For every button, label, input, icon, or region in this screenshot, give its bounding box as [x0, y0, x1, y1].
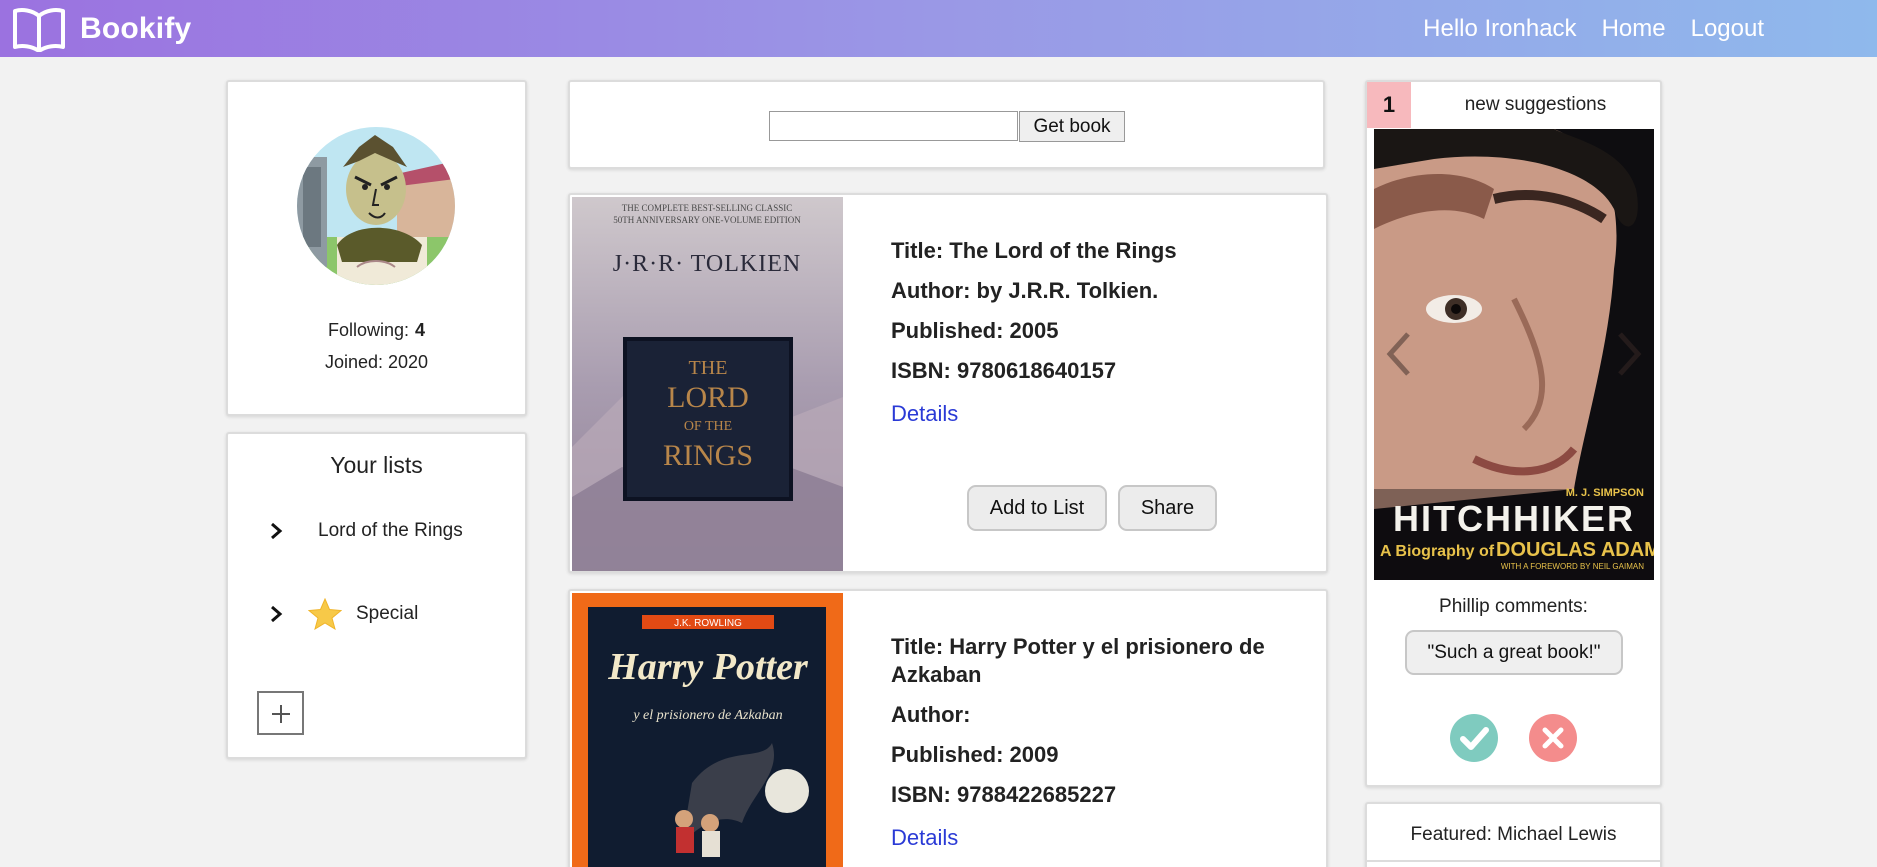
- cover-title: Harry Potter: [607, 646, 809, 688]
- suggestion-count-badge: 1: [1367, 82, 1411, 128]
- book-card-harry-potter: J.K. ROWLING Harry Potter y el prisioner…: [568, 589, 1328, 867]
- lists-title: Your lists: [330, 452, 423, 478]
- add-list-button[interactable]: [257, 691, 304, 735]
- following-stat: Following: 4: [327, 320, 426, 340]
- nav-home-link[interactable]: Home: [1602, 15, 1666, 43]
- cover-top-text: THE COMPLETE BEST-SELLING CLASSIC: [622, 203, 792, 213]
- following-count: 4: [415, 320, 426, 340]
- book-info: Title: The Lord of the Rings Author: by …: [891, 237, 1291, 427]
- reject-suggestion-button[interactable]: [1529, 714, 1577, 762]
- carousel-next-icon[interactable]: [1614, 329, 1644, 379]
- nav-logout-link[interactable]: Logout: [1691, 15, 1764, 43]
- list-item-lord-of-the-rings[interactable]: Lord of the Rings: [268, 520, 463, 542]
- chevron-right-icon: [271, 522, 283, 540]
- cover-subtitle-name: DOUGLAS ADAMS: [1496, 539, 1654, 561]
- book-cover-lord-of-the-rings: THE COMPLETE BEST-SELLING CLASSIC 50TH A…: [572, 197, 843, 571]
- book-card-lord-of-the-rings: THE COMPLETE BEST-SELLING CLASSIC 50TH A…: [568, 193, 1328, 573]
- comment-bubble: "Such a great book!": [1405, 630, 1623, 675]
- book-cover-harry-potter: J.K. ROWLING Harry Potter y el prisioner…: [572, 593, 843, 867]
- avatar: [297, 127, 455, 285]
- cover-author: J.K. ROWLING: [674, 618, 742, 629]
- your-lists-card: Your lists Lord of the Rings Special: [226, 432, 527, 759]
- cover-subtitle-prefix: A Biography of: [1380, 543, 1495, 560]
- search-card: Get book: [568, 80, 1325, 169]
- book-published: Published: 2005: [891, 318, 1059, 343]
- cover-title-line: OF THE: [684, 419, 732, 434]
- profile-stats: Following: 4 Joined: 2020: [228, 314, 525, 378]
- cover-title-line: RINGS: [663, 439, 753, 472]
- cover-sub-text: 50TH ANNIVERSARY ONE-VOLUME EDITION: [613, 215, 801, 225]
- open-book-icon: [13, 7, 65, 52]
- comment-label: Phillip comments:: [1439, 596, 1588, 617]
- featured-divider: [1367, 860, 1660, 862]
- list-item-label: Lord of the Rings: [318, 520, 463, 541]
- book-isbn: ISBN: 9780618640157: [891, 358, 1117, 383]
- details-link[interactable]: Details: [891, 825, 1291, 851]
- list-item-label: Special: [356, 603, 419, 624]
- brand-name: Bookify: [80, 11, 192, 45]
- book-title: Title: Harry Potter y el prisionero de A…: [891, 634, 1265, 687]
- x-icon: [1542, 727, 1564, 749]
- add-to-list-button[interactable]: Add to List: [967, 485, 1107, 531]
- suggestions-header: 1 new suggestions: [1367, 82, 1660, 128]
- joined-stat: Joined: 2020: [324, 352, 429, 372]
- suggestions-card: 1 new suggestions M. J. SIMPSON HITCHHIK…: [1365, 80, 1662, 787]
- details-link[interactable]: Details: [891, 401, 1291, 427]
- get-book-button[interactable]: Get book: [1019, 111, 1125, 142]
- nav-links: Hello Ironhack Home Logout: [1423, 0, 1764, 57]
- book-info: Title: Harry Potter y el prisionero de A…: [891, 633, 1291, 851]
- chevron-right-icon: [271, 605, 283, 623]
- cover-author: J·R·R· TOLKIEN: [613, 251, 801, 277]
- star-icon: [308, 598, 342, 630]
- book-isbn: ISBN: 9788422685227: [891, 782, 1117, 807]
- carousel-prev-icon[interactable]: [1384, 329, 1414, 379]
- book-author: Author: by J.R.R. Tolkien.: [891, 278, 1159, 303]
- featured-card: Featured: Michael Lewis: [1365, 802, 1662, 867]
- profile-card: Following: 4 Joined: 2020: [226, 80, 527, 416]
- list-item-special[interactable]: Special: [268, 598, 418, 630]
- search-input[interactable]: [769, 111, 1018, 141]
- book-author: Author:: [891, 702, 971, 727]
- cover-title-line: LORD: [667, 381, 749, 414]
- cover-title: HITCHHIKER: [1393, 498, 1635, 539]
- cover-title-line: THE: [689, 357, 728, 379]
- suggestion-book-cover: M. J. SIMPSON HITCHHIKER A Biography of …: [1374, 129, 1654, 580]
- nav-greeting[interactable]: Hello Ironhack: [1423, 15, 1576, 43]
- suggestion-carousel[interactable]: M. J. SIMPSON HITCHHIKER A Biography of …: [1374, 129, 1654, 580]
- share-button[interactable]: Share: [1118, 485, 1217, 531]
- navbar: Bookify Hello Ironhack Home Logout: [0, 0, 1877, 57]
- plus-icon: [272, 705, 290, 723]
- featured-title: Featured: Michael Lewis: [1410, 824, 1617, 845]
- book-published: Published: 2009: [891, 742, 1059, 767]
- book-title: Title: The Lord of the Rings: [891, 238, 1177, 263]
- accept-suggestion-button[interactable]: [1450, 714, 1498, 762]
- cover-foreword: WITH A FOREWORD BY NEIL GAIMAN: [1501, 562, 1644, 571]
- cover-subtitle: y el prisionero de Azkaban: [631, 708, 782, 723]
- brand[interactable]: Bookify: [12, 6, 191, 52]
- suggestions-label: new suggestions: [1464, 94, 1607, 115]
- check-icon: [1460, 727, 1489, 750]
